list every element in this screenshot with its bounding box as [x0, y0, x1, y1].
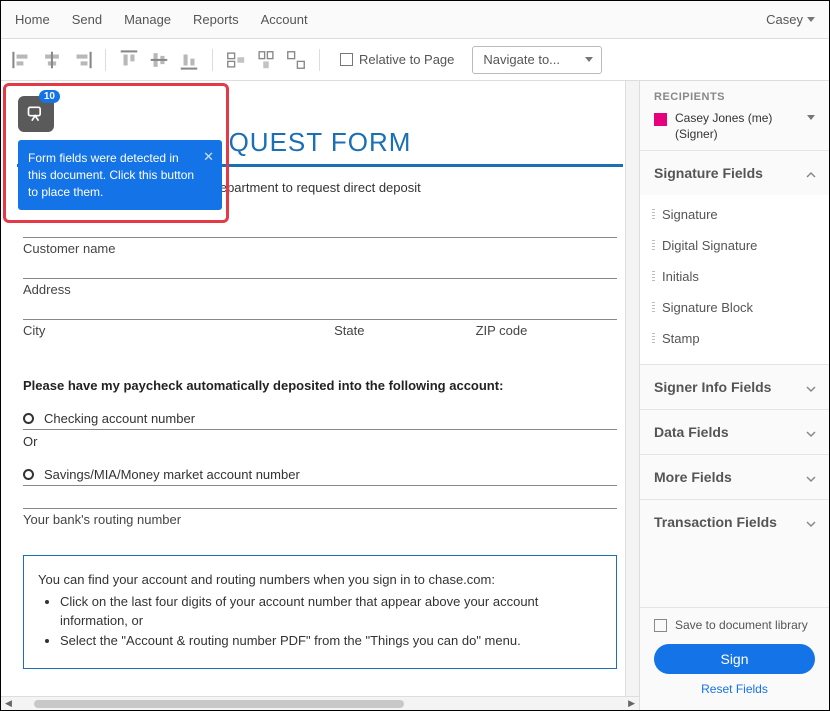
info-note: You can find your account and routing nu…	[23, 555, 617, 669]
tooltip-text: Form fields were detected in this docume…	[28, 151, 194, 199]
same-width-icon[interactable]	[225, 49, 247, 71]
accordion-data-fields[interactable]: Data Fields	[640, 410, 829, 454]
accordion-transaction-fields[interactable]: Transaction Fields	[640, 500, 829, 544]
badge-count: 10	[39, 90, 60, 103]
chevron-down-icon	[805, 427, 815, 437]
field-signature[interactable]: Signature	[640, 199, 829, 230]
scroll-left-icon[interactable]: ◀	[1, 698, 16, 709]
field-customer: Customer name	[23, 237, 617, 256]
close-icon[interactable]: ✕	[203, 148, 214, 166]
accordion-signer-info[interactable]: Signer Info Fields	[640, 365, 829, 409]
nav-account[interactable]: Account	[261, 12, 308, 27]
detect-fields-tooltip: Form fields were detected in this docume…	[18, 140, 222, 210]
field-city-state-zip: City State ZIP code	[23, 319, 617, 338]
caret-down-icon	[585, 57, 593, 62]
align-right-icon[interactable]	[71, 49, 93, 71]
scroll-thumb[interactable]	[34, 700, 404, 708]
sign-button[interactable]: Sign	[654, 644, 815, 674]
field-routing: Your bank's routing number	[23, 508, 617, 527]
field-address: Address	[23, 278, 617, 297]
horizontal-scrollbar[interactable]: ◀ ▶	[1, 696, 639, 710]
caret-down-icon	[807, 17, 815, 22]
accordion-more-fields[interactable]: More Fields	[640, 455, 829, 499]
same-height-icon[interactable]	[255, 49, 277, 71]
deposit-instruction: Please have my paycheck automatically de…	[23, 378, 617, 393]
field-signature-block[interactable]: Signature Block	[640, 292, 829, 323]
accordion-signature-fields[interactable]: Signature Fields	[640, 151, 829, 195]
or-label: Or	[23, 434, 617, 449]
vertical-scrollbar[interactable]	[625, 81, 639, 696]
detect-fields-button[interactable]: 10	[18, 96, 54, 132]
relative-to-page[interactable]: Relative to Page	[340, 52, 454, 67]
recipient-color-swatch	[654, 113, 667, 126]
navigate-label: Navigate to...	[483, 52, 560, 67]
toolbar: Relative to Page Navigate to...	[1, 39, 829, 81]
reset-fields-link[interactable]: Reset Fields	[654, 682, 815, 696]
sidebar: RECIPIENTS Casey Jones (me) (Signer) Sig…	[639, 81, 829, 710]
field-digital-signature[interactable]: Digital Signature	[640, 230, 829, 261]
checkbox-icon	[654, 619, 667, 632]
radio-icon[interactable]	[23, 469, 34, 480]
nav-manage[interactable]: Manage	[124, 12, 171, 27]
nav-home[interactable]: Home	[15, 12, 50, 27]
document-area: 10 Form fields were detected in this doc…	[1, 81, 639, 710]
same-size-icon[interactable]	[285, 49, 307, 71]
save-to-library[interactable]: Save to document library	[654, 618, 815, 632]
chevron-down-icon	[805, 517, 815, 527]
nav-reports[interactable]: Reports	[193, 12, 239, 27]
field-stamp[interactable]: Stamp	[640, 323, 829, 354]
scroll-right-icon[interactable]: ▶	[624, 698, 639, 709]
checkbox-icon	[340, 53, 353, 66]
align-center-h-icon[interactable]	[41, 49, 63, 71]
chevron-up-icon	[805, 168, 815, 178]
user-menu[interactable]: Casey	[766, 12, 815, 27]
chevron-down-icon	[805, 382, 815, 392]
align-left-icon[interactable]	[11, 49, 33, 71]
nav-send[interactable]: Send	[72, 12, 102, 27]
option-checking: Checking account number	[23, 411, 617, 430]
align-bottom-icon[interactable]	[178, 49, 200, 71]
recipients-label: RECIPIENTS	[654, 91, 815, 103]
option-savings: Savings/MIA/Money market account number	[23, 467, 617, 486]
caret-down-icon	[807, 115, 815, 120]
align-middle-icon[interactable]	[148, 49, 170, 71]
align-top-icon[interactable]	[118, 49, 140, 71]
highlight-box: 10 Form fields were detected in this doc…	[3, 83, 229, 223]
user-name: Casey	[766, 12, 803, 27]
recipient-name: Casey Jones (me) (Signer)	[675, 111, 799, 142]
field-initials[interactable]: Initials	[640, 261, 829, 292]
top-nav: Home Send Manage Reports Account Casey	[1, 1, 829, 39]
chevron-down-icon	[805, 472, 815, 482]
recipient-item[interactable]: Casey Jones (me) (Signer)	[654, 111, 815, 142]
navigate-dropdown[interactable]: Navigate to...	[472, 46, 602, 74]
relative-label: Relative to Page	[359, 52, 454, 67]
radio-icon[interactable]	[23, 413, 34, 424]
